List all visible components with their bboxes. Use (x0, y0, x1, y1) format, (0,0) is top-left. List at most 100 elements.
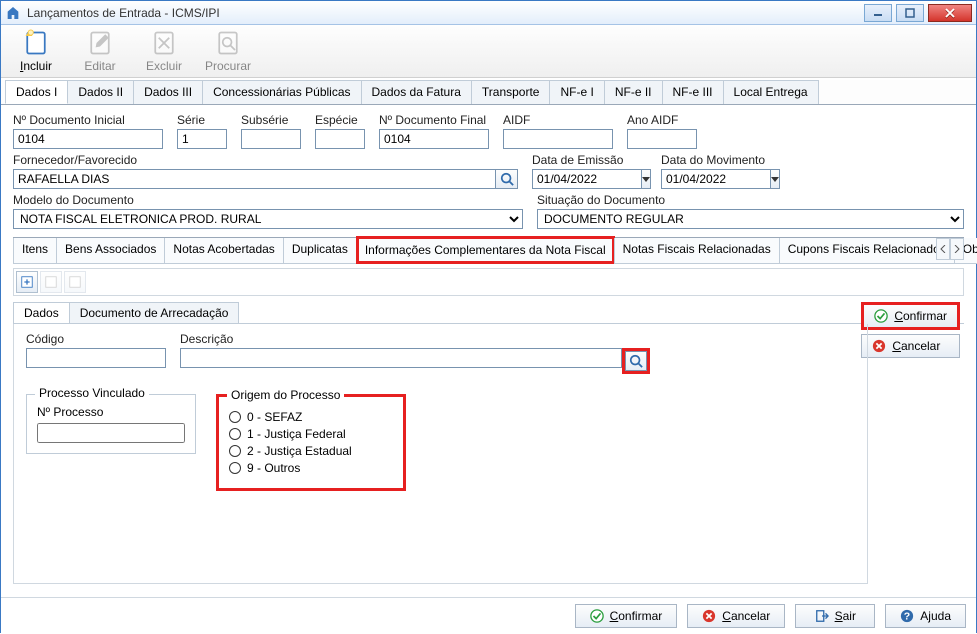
data-movimento-dropdown[interactable] (771, 169, 780, 189)
subtab-itens[interactable]: Itens (13, 238, 57, 264)
chevron-down-icon (771, 177, 779, 182)
editar-button: Editar (75, 29, 125, 73)
side-cancelar-label: Cancelar (892, 339, 940, 353)
origem-label-0: 0 - SEFAZ (247, 410, 302, 424)
num-doc-inicial-input[interactable] (13, 129, 163, 149)
ano-aidf-input[interactable] (627, 129, 697, 149)
subtab-duplicatas[interactable]: Duplicatas (283, 238, 357, 264)
subserie-input[interactable] (241, 129, 301, 149)
minimize-button[interactable] (864, 4, 892, 22)
innertab-dados[interactable]: Dados (13, 302, 70, 323)
radio-icon (229, 411, 241, 423)
inner-tabs: Dados Documento de Arrecadação (13, 302, 964, 324)
bottom-sair-label: Sair (835, 609, 856, 623)
codigo-label: Código (26, 332, 166, 346)
origem-radio-outros[interactable]: 9 - Outros (229, 461, 393, 475)
search-icon (500, 172, 514, 186)
tab-transporte[interactable]: Transporte (471, 80, 551, 104)
origem-radio-estadual[interactable]: 2 - Justiça Estadual (229, 444, 393, 458)
close-button[interactable] (928, 4, 972, 22)
origem-label-3: 9 - Outros (247, 461, 300, 475)
situacao-label: Situação do Documento (537, 193, 964, 207)
maximize-button[interactable] (896, 4, 924, 22)
data-emissao-label: Data de Emissão (532, 153, 647, 167)
new-icon (20, 275, 34, 289)
serie-label: Série (177, 113, 227, 127)
modelo-select[interactable]: NOTA FISCAL ELETRONICA PROD. RURAL (13, 209, 523, 229)
codigo-input[interactable] (26, 348, 166, 368)
origem-processo-fieldset: Origem do Processo 0 - SEFAZ 1 - Justiça… (216, 394, 406, 491)
especie-label: Espécie (315, 113, 365, 127)
inner-edit-button (40, 271, 62, 293)
tab-nfe-i[interactable]: NF-e I (549, 80, 604, 104)
situacao-select[interactable]: DOCUMENTO REGULAR (537, 209, 964, 229)
excluir-button: Excluir (139, 29, 189, 73)
origem-radio-federal[interactable]: 1 - Justiça Federal (229, 427, 393, 441)
aidf-label: AIDF (503, 113, 613, 127)
tab-dados-i[interactable]: Dados I (5, 80, 68, 104)
chevron-left-icon (940, 245, 946, 253)
subtab-notas-relacionadas[interactable]: Notas Fiscais Relacionadas (614, 238, 780, 264)
delete-doc-icon (150, 29, 178, 57)
origem-label-2: 2 - Justiça Estadual (247, 444, 352, 458)
processo-vinculado-title: Processo Vinculado (35, 386, 149, 400)
fornecedor-input[interactable] (13, 169, 496, 189)
tab-nfe-iii[interactable]: NF-e III (662, 80, 724, 104)
data-movimento-label: Data do Movimento (661, 153, 776, 167)
subtab-cupons[interactable]: Cupons Fiscais Relacionados (779, 238, 955, 264)
subtab-bens[interactable]: Bens Associados (56, 238, 165, 264)
origem-radio-sefaz[interactable]: 0 - SEFAZ (229, 410, 393, 424)
main-toolbar: Incluir Editar Excluir Procurar (1, 25, 976, 78)
window-title: Lançamentos de Entrada - ICMS/IPI (27, 6, 864, 20)
descricao-input[interactable] (180, 348, 622, 368)
chevron-right-icon (954, 245, 960, 253)
data-emissao-input[interactable] (532, 169, 642, 189)
search-icon (629, 354, 643, 368)
bottom-cancelar-button[interactable]: Cancelar (687, 604, 785, 628)
num-doc-final-input[interactable] (379, 129, 489, 149)
side-confirmar-button[interactable]: Confirmar (861, 302, 960, 330)
bottom-confirmar-button[interactable]: Confirmar (575, 604, 678, 628)
subtab-notas-acobertadas[interactable]: Notas Acobertadas (164, 238, 283, 264)
processo-vinculado-fieldset: Processo Vinculado Nº Processo (26, 394, 196, 454)
modelo-label: Modelo do Documento (13, 193, 523, 207)
cancel-icon (702, 609, 716, 623)
bottom-ajuda-button[interactable]: ? Ajuda (885, 604, 966, 628)
descricao-label: Descrição (180, 332, 650, 346)
search-doc-icon (214, 29, 242, 57)
tab-concessionarias[interactable]: Concessionárias Públicas (202, 80, 361, 104)
main-tabs: Dados I Dados II Dados III Concessionári… (1, 80, 976, 105)
descricao-lookup-wrapper (622, 348, 650, 374)
data-movimento-input[interactable] (661, 169, 771, 189)
bottom-cancelar-label: Cancelar (722, 609, 770, 623)
bottom-confirmar-label: Confirmar (610, 609, 663, 623)
origem-processo-title: Origem do Processo (227, 388, 344, 402)
descricao-lookup-button[interactable] (625, 351, 647, 371)
incluir-label: Incluir (20, 59, 52, 73)
data-emissao-dropdown[interactable] (642, 169, 651, 189)
inner-new-button[interactable] (16, 271, 38, 293)
bottom-sair-button[interactable]: Sair (795, 604, 875, 628)
num-doc-inicial-label: Nº Documento Inicial (13, 113, 163, 127)
subtab-scroll-right[interactable] (950, 238, 964, 260)
side-cancelar-button[interactable]: Cancelar (861, 334, 960, 358)
serie-input[interactable] (177, 129, 227, 149)
tab-dados-ii[interactable]: Dados II (67, 80, 134, 104)
aidf-input[interactable] (503, 129, 613, 149)
tab-dados-fatura[interactable]: Dados da Fatura (361, 80, 472, 104)
especie-input[interactable] (315, 129, 365, 149)
num-processo-input[interactable] (37, 423, 185, 443)
help-icon: ? (900, 609, 914, 623)
incluir-button[interactable]: Incluir (11, 29, 61, 73)
check-icon (874, 309, 888, 323)
check-icon (590, 609, 604, 623)
tab-nfe-ii[interactable]: NF-e II (604, 80, 663, 104)
subtab-scroll-left[interactable] (936, 238, 950, 260)
subtab-info-complementares[interactable]: Informações Complementares da Nota Fisca… (356, 236, 615, 264)
innertab-doc-arrecadacao[interactable]: Documento de Arrecadação (69, 302, 240, 323)
tab-local-entrega[interactable]: Local Entrega (723, 80, 819, 104)
fornecedor-lookup-button[interactable] (496, 169, 518, 189)
tab-dados-iii[interactable]: Dados III (133, 80, 203, 104)
inner-toolbar (13, 268, 964, 296)
exit-icon (815, 609, 829, 623)
